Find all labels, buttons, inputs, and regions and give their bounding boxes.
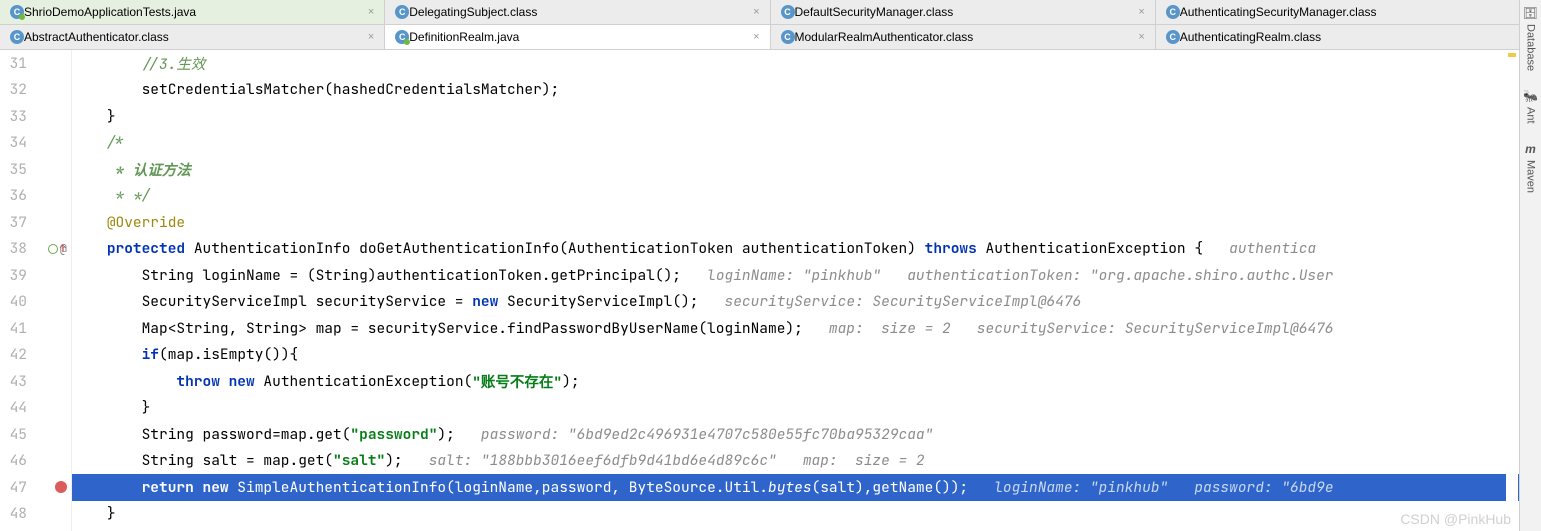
java-icon: C <box>10 5 24 19</box>
tab-delegating-subject[interactable]: CDelegatingSubject.class× <box>385 0 770 24</box>
java-icon: C <box>395 30 409 44</box>
line-number: 34 <box>1 133 27 152</box>
gutter[interactable]: 31 32 33 34 35 36 37 38@ 39 40 41 42 43 … <box>0 50 72 531</box>
class-icon: C <box>1166 30 1180 44</box>
line-number: 32 <box>1 80 27 99</box>
code-text: } <box>107 107 116 126</box>
line-number: 33 <box>1 107 27 126</box>
code-text: } <box>107 504 116 523</box>
line-number: 39 <box>1 266 27 285</box>
line-number: 44 <box>1 398 27 417</box>
code-text: @Override <box>107 213 185 232</box>
tab-authenticating-realm[interactable]: CAuthenticatingRealm.class× <box>1156 25 1541 49</box>
tool-maven[interactable]: mMaven <box>1525 142 1537 193</box>
class-icon: C <box>781 5 795 19</box>
line-number: 37 <box>1 213 27 232</box>
editor[interactable]: 31 32 33 34 35 36 37 38@ 39 40 41 42 43 … <box>0 50 1541 531</box>
inlay-hint: map: size = 2 securityService: SecurityS… <box>803 319 1334 338</box>
breakpoint-icon[interactable] <box>55 481 67 493</box>
code-text: * 认证方法 <box>107 159 191 180</box>
tab-definition-realm[interactable]: CDefinitionRealm.java× <box>385 25 770 49</box>
inlay-hint: loginName: "pinkhub" authenticationToken… <box>681 266 1334 285</box>
maven-icon: m <box>1525 142 1536 156</box>
line-number: 48 <box>1 504 27 523</box>
line-number: 43 <box>1 372 27 391</box>
watermark: CSDN @PinkHub <box>1400 511 1511 527</box>
inlay-hint: password: "6bd9ed2c496931e4707c580e55fc7… <box>455 425 934 444</box>
line-number: 42 <box>1 345 27 364</box>
tab-modular-realm-authenticator[interactable]: CModularRealmAuthenticator.class× <box>771 25 1156 49</box>
inlay-hint: salt: "188bbb3016eef6dfb9d41bd6e4d89c6c"… <box>403 451 925 470</box>
current-line: return new SimpleAuthenticationInfo(logi… <box>72 474 1541 501</box>
code-text: //3.生效 <box>142 53 206 74</box>
tab-authenticating-security-manager[interactable]: CAuthenticatingSecurityManager.class× <box>1156 0 1541 24</box>
code-text: * */ <box>107 186 151 205</box>
line-number: 47 <box>1 478 27 497</box>
tool-database[interactable]: 🗄Database <box>1523 6 1538 71</box>
line-number: 36 <box>1 186 27 205</box>
close-icon[interactable]: × <box>745 6 759 18</box>
code-text: String loginName = (String)authenticatio… <box>142 266 681 285</box>
inlay-hint: loginName: "pinkhub" password: "6bd9e <box>968 478 1333 497</box>
class-icon: C <box>395 5 409 19</box>
line-number: 35 <box>1 160 27 179</box>
close-icon[interactable]: × <box>1130 31 1144 43</box>
line-number: 45 <box>1 425 27 444</box>
code-text: /* <box>107 133 124 152</box>
tabs-row-2: CAbstractAuthenticator.class× CDefinitio… <box>0 25 1541 50</box>
line-number: 31 <box>1 54 27 73</box>
tab-default-security-manager[interactable]: CDefaultSecurityManager.class× <box>771 0 1156 24</box>
database-icon: 🗄 <box>1523 6 1538 20</box>
error-stripe[interactable] <box>1506 51 1518 531</box>
line-number: 38 <box>1 239 27 258</box>
close-icon[interactable]: × <box>745 31 759 43</box>
line-number: 41 <box>1 319 27 338</box>
tab-shrio-tests[interactable]: CShrioDemoApplicationTests.java× <box>0 0 385 24</box>
warning-marker[interactable] <box>1508 53 1516 57</box>
tabs-row-1: CShrioDemoApplicationTests.java× CDelega… <box>0 0 1541 25</box>
close-icon[interactable]: × <box>360 31 374 43</box>
override-gutter-icon[interactable] <box>48 244 58 254</box>
code-text: setCredentialsMatcher(hashedCredentialsM… <box>142 80 560 99</box>
tab-abstract-authenticator[interactable]: CAbstractAuthenticator.class× <box>0 25 385 49</box>
code-text: Map<String, String> map = securityServic… <box>142 319 803 338</box>
code-area[interactable]: //3.生效 setCredentialsMatcher(hashedCrede… <box>72 50 1541 531</box>
class-icon: C <box>10 30 24 44</box>
line-number: 40 <box>1 292 27 311</box>
ant-icon: 🐜 <box>1523 89 1538 103</box>
tool-ant[interactable]: 🐜Ant <box>1523 89 1538 124</box>
right-toolbar: 🗄Database 🐜Ant mMaven <box>1519 0 1541 531</box>
close-icon[interactable]: × <box>1130 6 1144 18</box>
class-icon: C <box>781 30 795 44</box>
close-icon[interactable]: × <box>360 6 374 18</box>
line-number: 46 <box>1 451 27 470</box>
code-text: } <box>142 398 151 417</box>
inlay-hint: securityService: SecurityServiceImpl@647… <box>698 292 1081 311</box>
class-icon: C <box>1166 5 1180 19</box>
